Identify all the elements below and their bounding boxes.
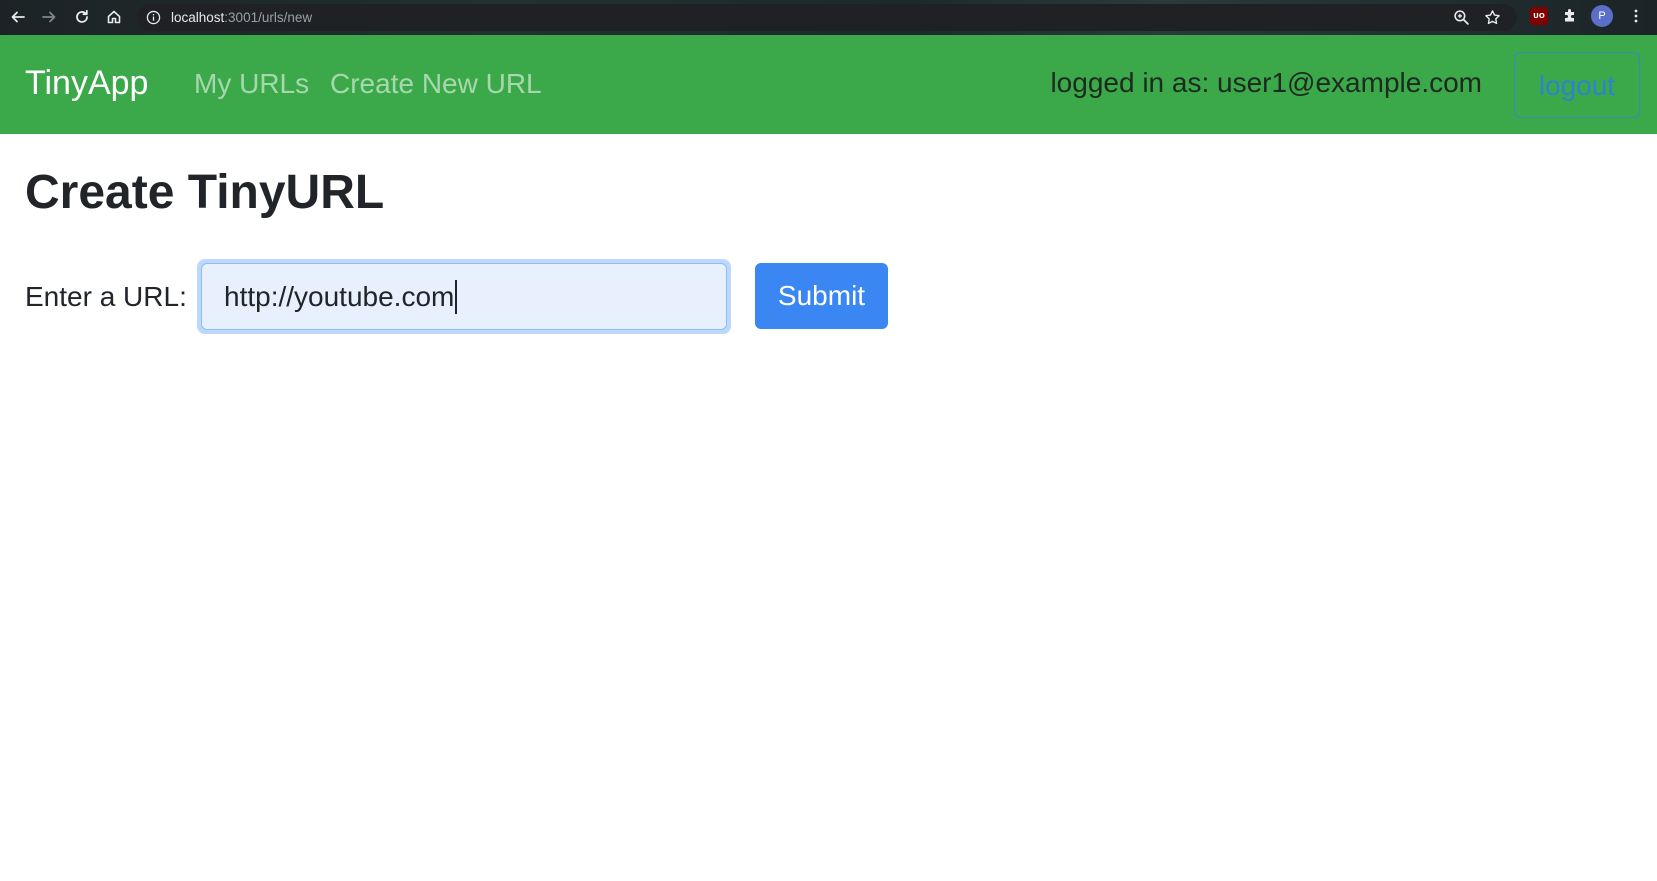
nav-link-my-urls[interactable]: My URLs	[194, 67, 309, 101]
star-icon[interactable]	[1484, 9, 1501, 26]
info-icon[interactable]	[146, 10, 161, 25]
url-input-value: http://youtube.com	[224, 280, 455, 312]
url-input-focus-ring: http://youtube.com	[197, 259, 731, 334]
brand-logo[interactable]: TinyApp	[25, 63, 148, 103]
arrow-right-icon	[42, 11, 56, 23]
url-path: :3001/urls/new	[224, 10, 313, 25]
home-button[interactable]	[103, 6, 125, 28]
arrow-left-icon	[11, 11, 25, 23]
home-icon	[107, 10, 121, 24]
url-input[interactable]: http://youtube.com	[201, 263, 727, 330]
page-title: Create TinyURL	[25, 166, 385, 219]
app-navbar: TinyApp My URLs Create New URL logged in…	[0, 35, 1657, 134]
url-field-label: Enter a URL:	[25, 281, 187, 312]
reload-button[interactable]	[71, 6, 93, 28]
address-bar[interactable]: localhost:3001/urls/new	[137, 4, 1517, 31]
ublock-label: UO	[1533, 12, 1545, 20]
puzzle-icon	[1565, 9, 1574, 22]
ublock-extension-icon[interactable]: UO	[1530, 7, 1548, 25]
profile-initial: P	[1598, 10, 1606, 22]
logged-in-status: logged in as: user1@example.com	[1050, 67, 1482, 98]
forward-button[interactable]	[38, 6, 60, 28]
profile-avatar[interactable]: P	[1591, 5, 1613, 27]
browser-toolbar: localhost:3001/urls/new UO P	[0, 0, 1657, 35]
reload-icon	[76, 9, 88, 23]
text-caret	[455, 279, 457, 314]
extensions-button[interactable]	[1561, 7, 1579, 25]
address-url[interactable]: localhost:3001/urls/new	[171, 4, 312, 31]
submit-button[interactable]: Submit	[755, 263, 888, 329]
nav-link-create-new-url[interactable]: Create New URL	[330, 67, 542, 101]
zoom-icon[interactable]	[1453, 9, 1470, 26]
browser-menu-button[interactable]	[1627, 7, 1645, 25]
back-button[interactable]	[7, 6, 29, 28]
url-host: localhost	[171, 10, 225, 25]
kebab-menu-icon	[1634, 9, 1638, 23]
logout-button[interactable]: logout	[1514, 52, 1640, 118]
